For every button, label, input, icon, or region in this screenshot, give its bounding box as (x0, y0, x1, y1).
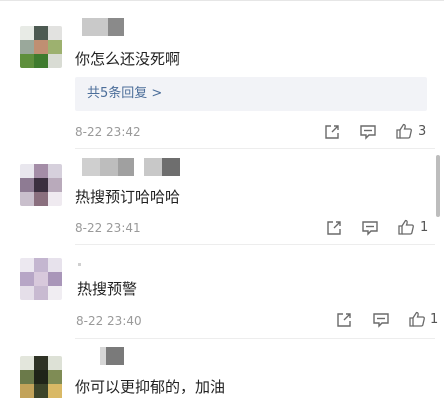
username-censored[interactable] (100, 347, 126, 365)
like-count: 1 (420, 220, 429, 235)
share-icon[interactable] (323, 123, 341, 141)
view-replies-link[interactable]: 共5条回复 > (87, 86, 162, 102)
share-icon[interactable] (335, 311, 353, 329)
top-divider (0, 0, 444, 1)
like-count: 3 (418, 124, 427, 139)
like-icon[interactable] (408, 310, 426, 328)
comment-text: 你怎么还没死啊 (75, 50, 181, 68)
share-icon[interactable] (325, 219, 343, 237)
comment-text: 热搜预订哈哈哈 (75, 188, 181, 206)
divider (75, 148, 435, 149)
comment-text: 热搜预警 (77, 280, 138, 298)
comment-timestamp: 8-22 23:42 (75, 125, 141, 139)
avatar[interactable] (20, 26, 62, 68)
like-icon[interactable] (395, 122, 413, 140)
divider (75, 244, 435, 245)
comment-icon[interactable] (361, 219, 379, 237)
comment-text: 你可以更抑郁的，加油 (75, 378, 226, 396)
avatar[interactable] (20, 164, 62, 206)
replies-box[interactable]: 共5条回复 > (75, 77, 427, 111)
scrollbar[interactable] (436, 155, 440, 217)
comment-timestamp: 8-22 23:41 (75, 221, 141, 235)
divider (75, 338, 435, 339)
like-count: 1 (430, 312, 439, 327)
avatar[interactable] (20, 356, 62, 402)
username-censored[interactable] (82, 158, 188, 176)
username-censored[interactable] (78, 263, 81, 266)
like-icon[interactable] (397, 218, 415, 236)
username-censored[interactable] (82, 18, 126, 36)
comment-timestamp: 8-22 23:40 (76, 314, 142, 328)
comment-icon[interactable] (372, 311, 390, 329)
avatar[interactable] (20, 258, 62, 300)
comment-icon[interactable] (359, 123, 377, 141)
